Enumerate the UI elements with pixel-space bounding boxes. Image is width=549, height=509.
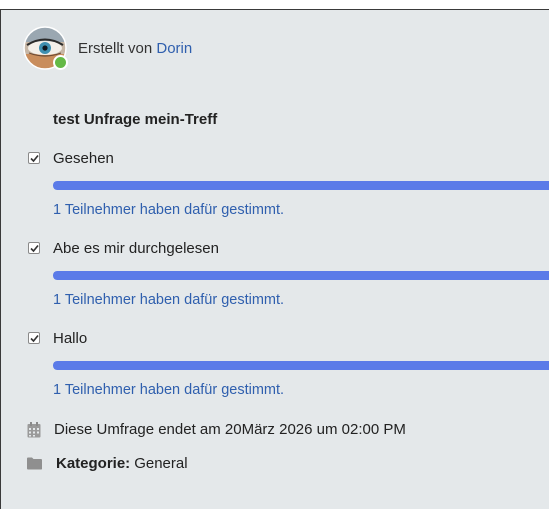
vote-count-link[interactable]: 1 Teilnehmer haben dafür gestimmt. (53, 382, 284, 398)
category-label: Kategorie: (56, 455, 131, 472)
vote-progress-bar (53, 361, 549, 370)
online-status-icon (53, 55, 68, 70)
checkbox-icon[interactable] (28, 152, 40, 164)
created-by-label: Erstellt von (78, 39, 153, 57)
folder-icon (27, 457, 42, 470)
created-by: Erstellt von Dorin (78, 40, 192, 57)
poll-card: Erstellt von Dorin test Unfrage mein-Tre… (0, 9, 549, 509)
calendar-icon (27, 421, 41, 437)
vote-progress-fill (53, 271, 549, 280)
vote-count-link[interactable]: 1 Teilnehmer haben dafür gestimmt. (53, 292, 284, 308)
poll-option-label: Gesehen (53, 150, 114, 167)
avatar[interactable] (23, 26, 68, 70)
checkbox-icon[interactable] (28, 332, 40, 344)
category-link[interactable]: General (134, 455, 187, 472)
poll-header: Erstellt von Dorin (23, 26, 192, 70)
vote-progress-bar (53, 271, 549, 280)
poll-category: Kategorie: General (27, 455, 188, 472)
poll-end-date: Diese Umfrage endet am 20März 2026 um 02… (27, 421, 406, 438)
author-link[interactable]: Dorin (156, 40, 192, 57)
poll-option-label: Hallo (53, 330, 88, 347)
checkbox-icon[interactable] (28, 242, 40, 254)
vote-progress-bar (53, 181, 549, 190)
poll-end-text: Diese Umfrage endet am 20März 2026 um 02… (54, 421, 406, 438)
vote-progress-fill (53, 361, 549, 370)
poll-title: test Unfrage mein-Treff (53, 111, 218, 128)
vote-count-link[interactable]: 1 Teilnehmer haben dafür gestimmt. (53, 202, 284, 218)
vote-progress-fill (53, 181, 549, 190)
poll-option-label: Abe es mir durchgelesen (53, 240, 219, 257)
